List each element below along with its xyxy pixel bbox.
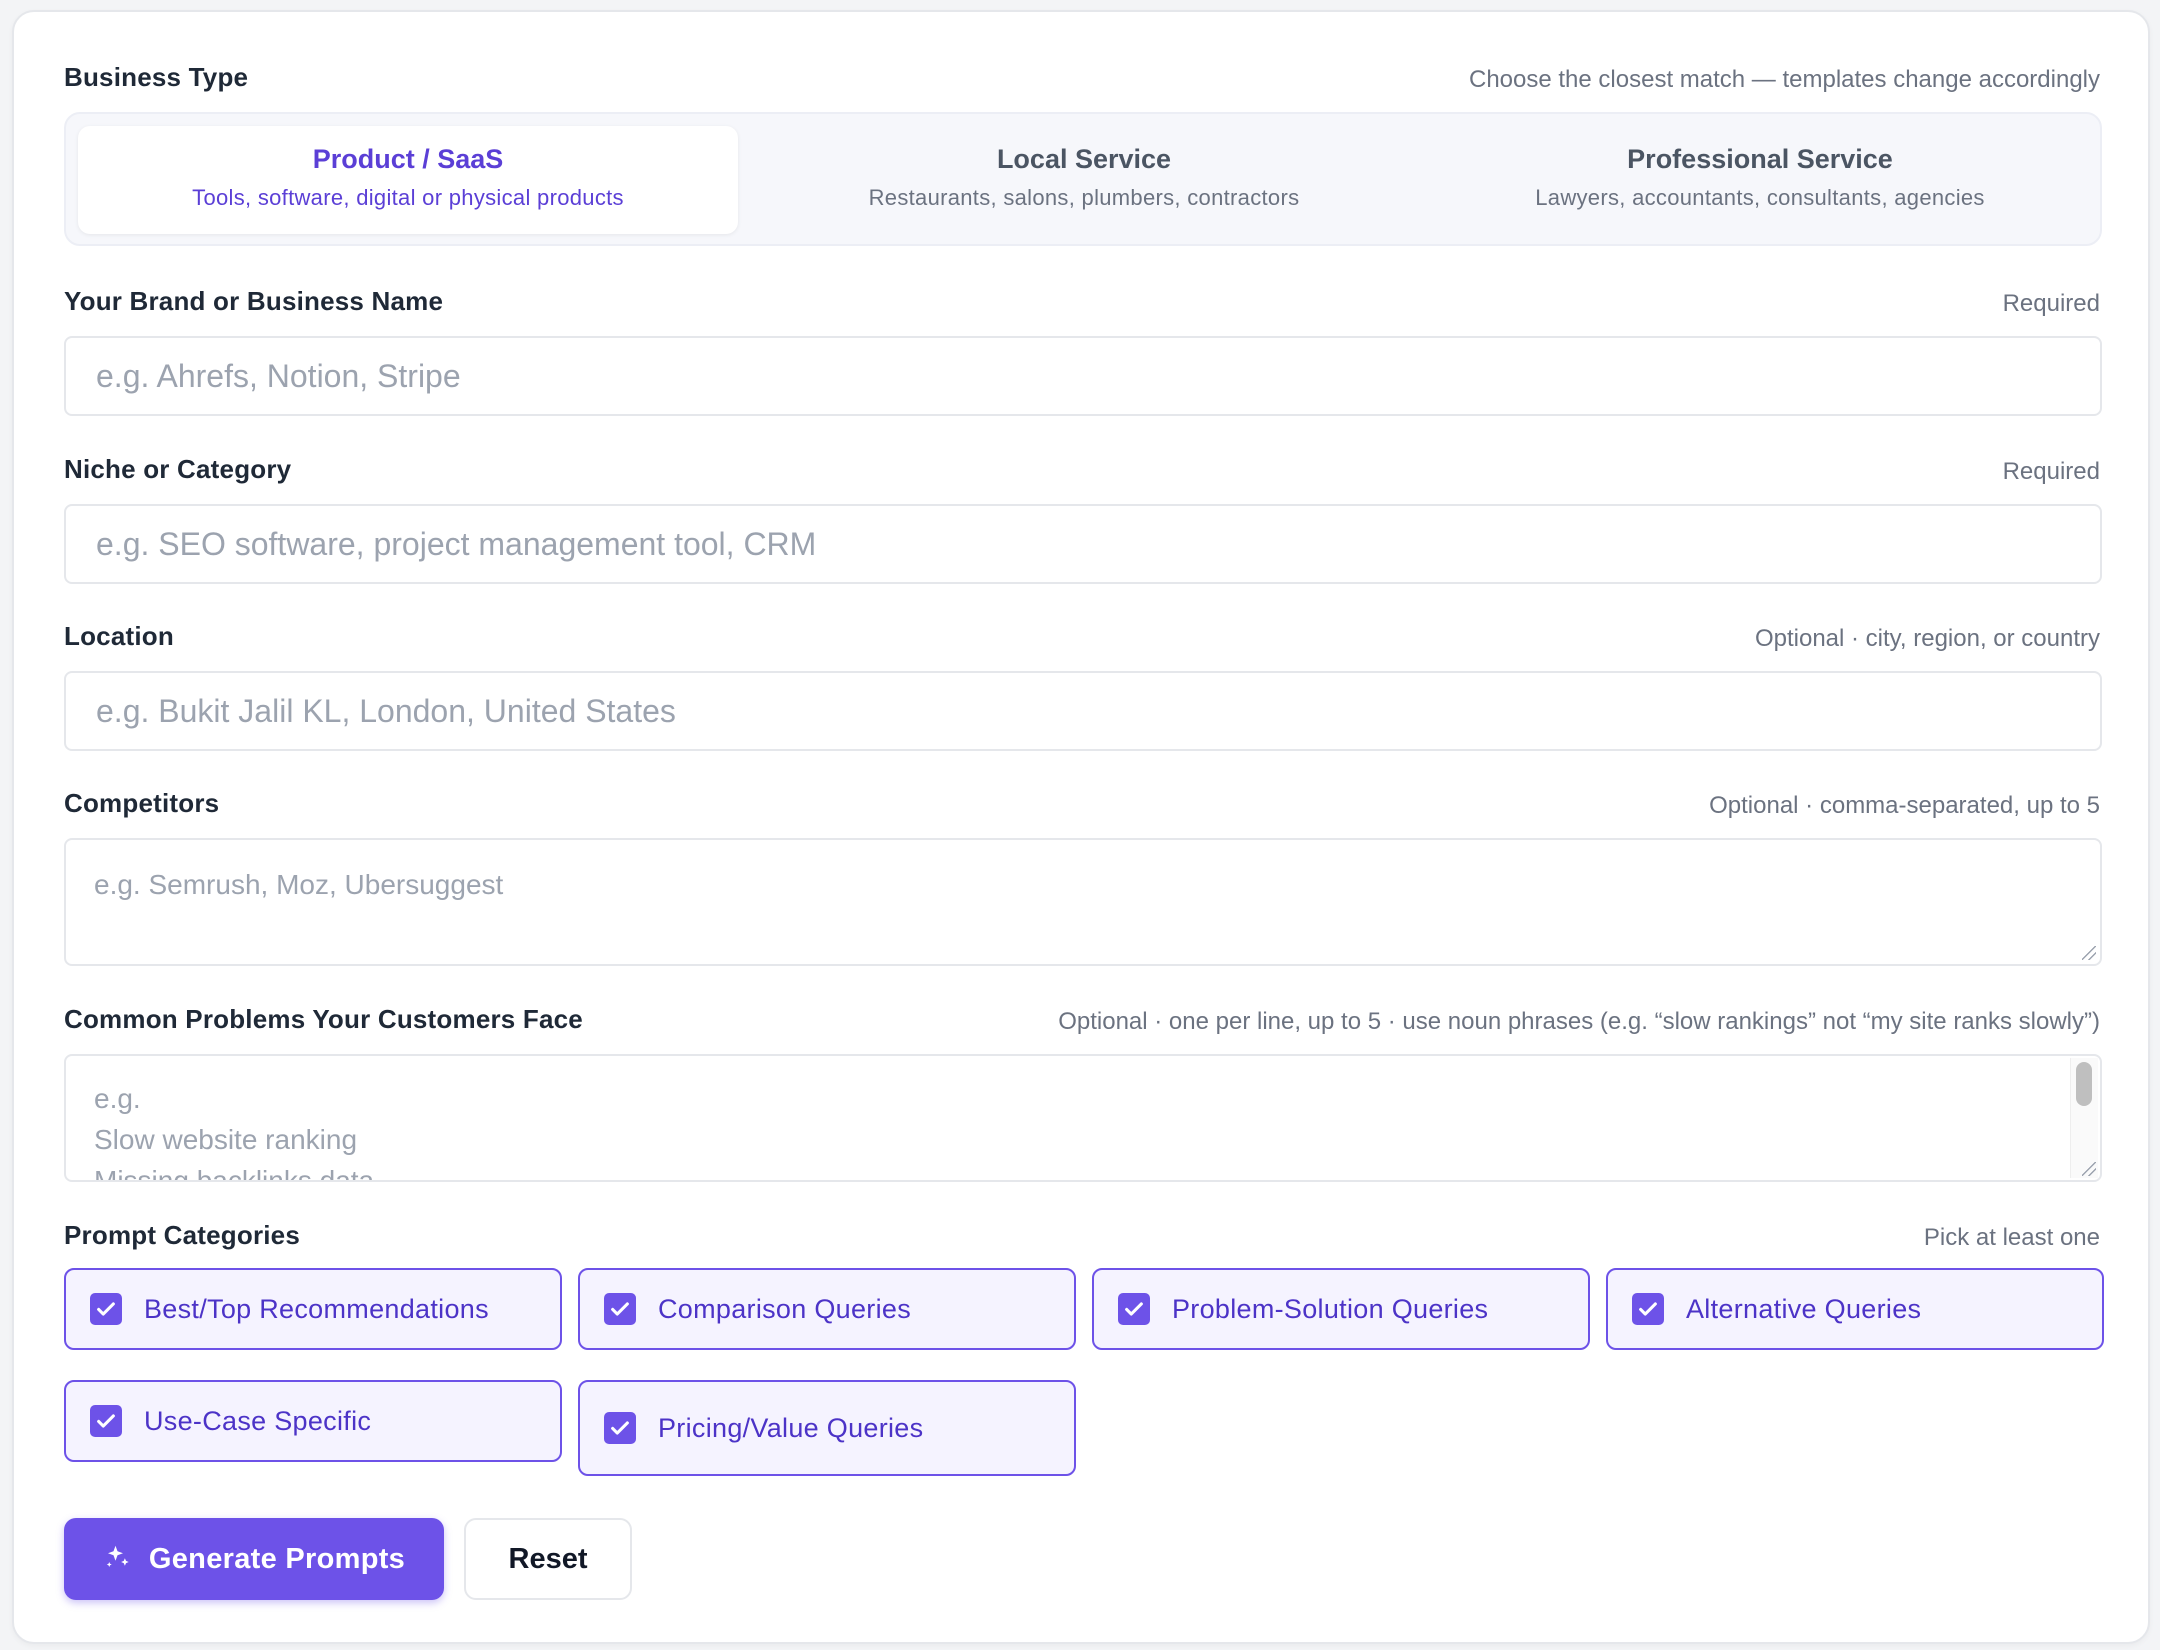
problems-placeholder-line: e.g.: [94, 1083, 141, 1114]
category-use-case-specific[interactable]: Use-Case Specific: [64, 1380, 562, 1462]
option-title: Professional Service: [1627, 144, 1893, 174]
generate-prompts-label: Generate Prompts: [148, 1542, 406, 1575]
category-label: Best/Top Recommendations: [144, 1293, 489, 1324]
business-type-hint: Choose the closest match — templates cha…: [1469, 66, 2100, 93]
reset-button[interactable]: Reset: [464, 1518, 632, 1600]
problems-textarea[interactable]: e.g. Slow website ranking Missing backli…: [64, 1054, 2102, 1182]
brand-hint: Required: [2002, 290, 2100, 317]
category-label: Pricing/Value Queries: [658, 1412, 924, 1443]
location-input[interactable]: [64, 671, 2102, 751]
category-problem-solution-queries[interactable]: Problem-Solution Queries: [1092, 1268, 1590, 1350]
category-label: Alternative Queries: [1686, 1293, 1922, 1324]
brand-label: Your Brand or Business Name: [64, 286, 444, 316]
business-type-option-local-service[interactable]: Local Service Restaurants, salons, plumb…: [754, 126, 1414, 234]
location-label: Location: [64, 621, 174, 651]
category-label: Comparison Queries: [658, 1293, 912, 1324]
competitors-placeholder: e.g. Semrush, Moz, Ubersuggest: [94, 869, 504, 900]
option-subtitle: Restaurants, salons, plumbers, contracto…: [868, 185, 1300, 210]
business-type-option-professional-service[interactable]: Professional Service Lawyers, accountant…: [1430, 126, 2090, 234]
resize-handle-icon[interactable]: [2082, 1162, 2096, 1176]
category-comparison-queries[interactable]: Comparison Queries: [578, 1268, 1076, 1350]
business-type-label: Business Type: [64, 62, 249, 92]
sparkle-icon: [103, 1542, 133, 1577]
business-type-selector: Product / SaaS Tools, software, digital …: [64, 112, 2102, 246]
niche-label: Niche or Category: [64, 454, 292, 484]
option-title: Local Service: [996, 144, 1172, 174]
niche-hint: Required: [2002, 458, 2100, 485]
competitors-hint: Optional · comma-separated, up to 5: [1709, 792, 2100, 819]
option-subtitle: Tools, software, digital or physical pro…: [192, 185, 624, 210]
brand-name-input[interactable]: [64, 336, 2102, 416]
category-pricing-value-queries[interactable]: Pricing/Value Queries: [578, 1380, 1076, 1476]
scrollbar-thumb[interactable]: [2076, 1062, 2092, 1106]
checkbox-checked-icon[interactable]: [90, 1293, 122, 1325]
option-title: Product / SaaS: [312, 144, 504, 174]
location-hint: Optional · city, region, or country: [1754, 625, 2100, 652]
niche-input[interactable]: [64, 504, 2102, 584]
category-label: Problem-Solution Queries: [1172, 1293, 1489, 1324]
problems-label: Common Problems Your Customers Face: [64, 1004, 583, 1034]
checkbox-checked-icon[interactable]: [1632, 1293, 1664, 1325]
category-label: Use-Case Specific: [144, 1405, 372, 1436]
checkbox-checked-icon[interactable]: [604, 1412, 636, 1444]
competitors-label: Competitors: [64, 788, 220, 818]
checkbox-checked-icon[interactable]: [604, 1293, 636, 1325]
competitors-textarea[interactable]: e.g. Semrush, Moz, Ubersuggest: [64, 838, 2102, 966]
option-subtitle: Lawyers, accountants, consultants, agenc…: [1535, 185, 1985, 210]
resize-handle-icon[interactable]: [2082, 946, 2096, 960]
prompt-categories-label: Prompt Categories: [64, 1220, 301, 1250]
checkbox-checked-icon[interactable]: [1118, 1293, 1150, 1325]
form-card: Business Type Choose the closest match —…: [12, 10, 2150, 1644]
business-type-option-product-saas[interactable]: Product / SaaS Tools, software, digital …: [78, 126, 738, 234]
problems-hint: Optional · one per line, up to 5 · use n…: [1058, 1008, 2100, 1035]
problems-placeholder-line: Slow website ranking: [94, 1124, 358, 1155]
problems-placeholder-line: Missing backlinks data: [94, 1165, 375, 1182]
prompt-categories-hint: Pick at least one: [1923, 1224, 2100, 1251]
generate-prompts-button[interactable]: Generate Prompts: [64, 1518, 444, 1600]
category-best-top-recommendations[interactable]: Best/Top Recommendations: [64, 1268, 562, 1350]
checkbox-checked-icon[interactable]: [90, 1405, 122, 1437]
category-alternative-queries[interactable]: Alternative Queries: [1606, 1268, 2104, 1350]
